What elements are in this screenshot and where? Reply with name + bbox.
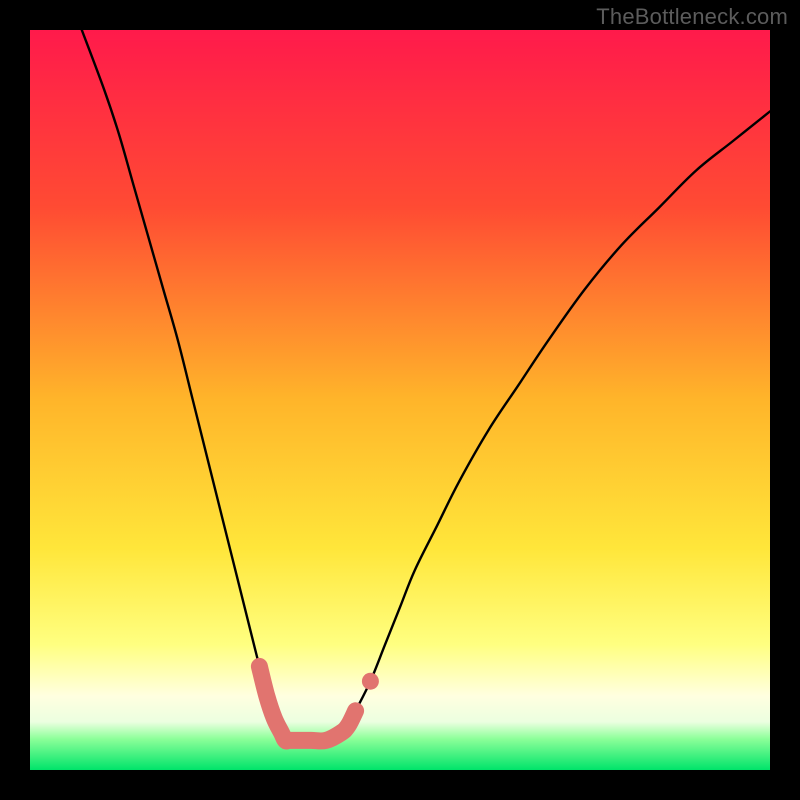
- highlight-dot: [362, 673, 379, 690]
- attribution-label: TheBottleneck.com: [596, 4, 788, 30]
- chart-frame: TheBottleneck.com: [0, 0, 800, 800]
- plot-area: [30, 30, 770, 770]
- bottleneck-chart: [30, 30, 770, 770]
- gradient-background: [30, 30, 770, 770]
